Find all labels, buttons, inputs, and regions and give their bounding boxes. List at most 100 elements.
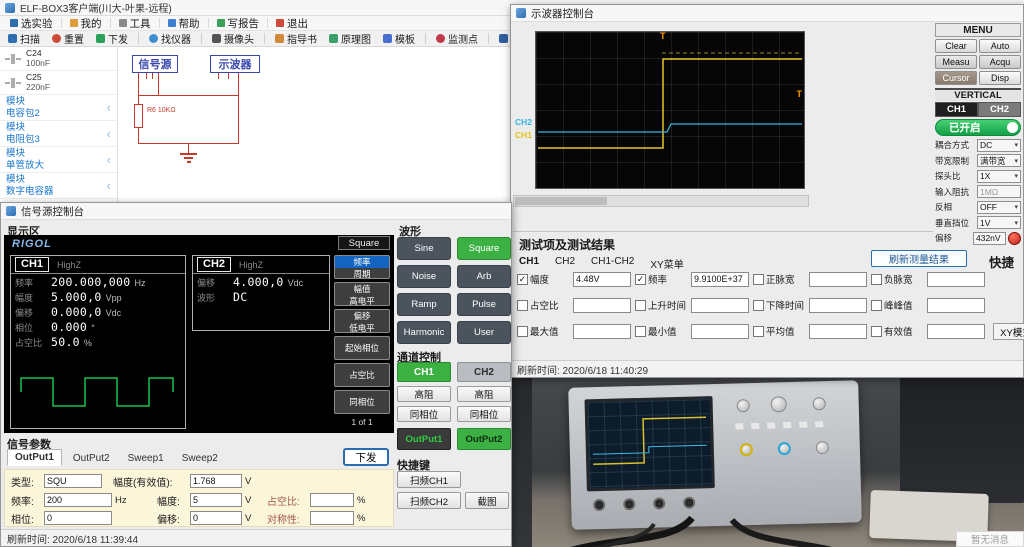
rms-value-input[interactable] [927, 324, 985, 339]
max-value-input[interactable] [573, 324, 631, 339]
peak-to-peak-value-input[interactable] [927, 298, 985, 313]
toolbar-reset[interactable]: 重置 [48, 30, 88, 47]
rise-time-value-input[interactable] [691, 298, 749, 313]
phase-input[interactable] [44, 511, 112, 525]
duty-cycle-value-input[interactable] [573, 298, 631, 313]
schematic-block-signal-source[interactable]: 信号源 [132, 55, 178, 73]
channel-enabled-toggle[interactable]: 已开启 [935, 119, 1021, 136]
waveform-noise[interactable]: Noise [397, 265, 451, 288]
peak-to-peak-checkbox[interactable] [871, 300, 882, 311]
neg-pulse-checkbox[interactable] [871, 274, 882, 285]
schematic-resistor[interactable] [134, 104, 143, 128]
sidebar-module-single-transistor-amp[interactable]: 模块单管放大 [0, 147, 117, 173]
trigger-level-marker[interactable]: T [797, 90, 803, 99]
bandwidth-select[interactable]: 满带宽 [977, 154, 1021, 167]
menu-item-tools[interactable]: 工具 [113, 15, 157, 32]
channel-ch2-button[interactable]: CH2 [457, 362, 511, 382]
max-checkbox[interactable] [517, 326, 528, 337]
red-indicator[interactable] [1008, 232, 1021, 245]
ch1-same-phase-button[interactable]: 同相位 [397, 406, 451, 422]
screenshot-button[interactable]: 截图 [465, 492, 509, 509]
invert-select[interactable]: OFF [977, 201, 1021, 214]
probe-ratio-select[interactable]: 1X [977, 170, 1021, 183]
sidebar-module-capacitor-pack-2[interactable]: 模块电容包2 [0, 95, 117, 121]
tab-sweep2[interactable]: Sweep2 [175, 451, 225, 466]
tab-output1[interactable]: OutPut1 [7, 449, 62, 466]
clear-button[interactable]: Clear [935, 39, 977, 53]
average-checkbox[interactable] [753, 326, 764, 337]
amplitude-input[interactable] [190, 493, 242, 507]
component-item-c25[interactable]: C25220nF [0, 71, 117, 95]
toolbar-scan[interactable]: 扫描 [4, 30, 44, 47]
display-button[interactable]: Disp [979, 71, 1021, 85]
softkey-frequency-period[interactable]: 频率 周期 [334, 255, 390, 279]
menu-item-help[interactable]: 帮助 [162, 15, 206, 32]
symmetry-input[interactable] [310, 511, 354, 525]
trigger-position-marker[interactable]: T [660, 32, 666, 41]
scope-tab-ch1[interactable]: CH1 [935, 102, 978, 117]
menu-item-mine[interactable]: 我的 [64, 15, 108, 32]
sweep-ch2-button[interactable]: 扫频CH2 [397, 492, 461, 509]
test-tab-xy-menu[interactable]: XY菜单 [650, 256, 683, 271]
duty-cycle-checkbox[interactable] [517, 300, 528, 311]
rise-time-checkbox[interactable] [635, 300, 646, 311]
auto-button[interactable]: Auto [979, 39, 1021, 53]
scope-tab-ch2[interactable]: CH2 [978, 102, 1021, 117]
menu-item-exit[interactable]: 退出 [270, 15, 314, 32]
toolbar-camera[interactable]: 摄像头 [208, 30, 258, 47]
pos-pulse-value-input[interactable] [809, 272, 867, 287]
toolbar-find-instrument[interactable]: 找仪器 [145, 30, 195, 47]
offset-input[interactable] [190, 511, 242, 525]
frequency-value-input[interactable] [691, 272, 749, 287]
waveform-user[interactable]: User [457, 321, 511, 344]
min-checkbox[interactable] [635, 326, 646, 337]
frequency-checkbox[interactable]: ✓ [635, 274, 646, 285]
toolbar-monitor-point[interactable]: 监测点 [432, 30, 482, 47]
scope-hscrollbar[interactable] [513, 195, 809, 207]
waveform-square[interactable]: Square [457, 237, 511, 260]
send-button[interactable]: 下发 [343, 448, 389, 466]
coupling-select[interactable]: DC [977, 139, 1021, 152]
sidebar-module-resistor-pack-3[interactable]: 模块电阻包3 [0, 121, 117, 147]
frequency-input[interactable] [44, 493, 112, 507]
menu-item-select-experiment[interactable]: 选实验 [4, 15, 59, 32]
pos-pulse-checkbox[interactable] [753, 274, 764, 285]
toolbar-guide[interactable]: 指导书 [271, 30, 321, 47]
component-item-c24[interactable]: C24100nF [0, 47, 117, 71]
duty-cycle-input[interactable] [310, 493, 354, 507]
menu-item-write-report[interactable]: 写报告 [211, 15, 266, 32]
schematic-canvas[interactable]: 信号源 示波器 R6 10KΩ [118, 47, 510, 202]
softkey-duty-cycle[interactable]: 占空比 [334, 363, 390, 387]
tab-sweep1[interactable]: Sweep1 [121, 451, 171, 466]
fall-time-checkbox[interactable] [753, 300, 764, 311]
softkey-amplitude-highlevel[interactable]: 幅值 高电平 [334, 282, 390, 306]
softkey-offset-lowlevel[interactable]: 偏移 低电平 [334, 309, 390, 333]
average-value-input[interactable] [809, 324, 867, 339]
min-value-input[interactable] [691, 324, 749, 339]
test-tab-ch2[interactable]: CH2 [555, 256, 575, 271]
toolbar-send[interactable]: 下发 [92, 30, 132, 47]
rms-checkbox[interactable] [871, 326, 882, 337]
amplitude-value-input[interactable] [573, 272, 631, 287]
xy-mode-button[interactable]: XY模式 [993, 323, 1024, 340]
type-input[interactable] [44, 474, 102, 488]
toolbar-schematic[interactable]: 原理图 [325, 30, 375, 47]
sweep-ch1-button[interactable]: 扫频CH1 [397, 471, 461, 488]
ch2-same-phase-button[interactable]: 同相位 [457, 406, 511, 422]
offset-field[interactable]: 432nV [973, 232, 1006, 245]
amplitude-checkbox[interactable]: ✓ [517, 274, 528, 285]
output2-button[interactable]: OutPut2 [457, 428, 511, 450]
ch1-impedance-button[interactable]: 高阻 [397, 386, 451, 402]
vertical-scale-select[interactable]: 1V [977, 216, 1021, 229]
acquire-button[interactable]: Acqu [979, 55, 1021, 69]
ch2-impedance-button[interactable]: 高阻 [457, 386, 511, 402]
test-tab-ch1-ch2[interactable]: CH1-CH2 [591, 256, 634, 271]
waveform-ramp[interactable]: Ramp [397, 293, 451, 316]
cursor-button[interactable]: Cursor [935, 71, 977, 85]
channel-ch1-button[interactable]: CH1 [397, 362, 451, 382]
signal-titlebar[interactable]: 信号源控制台 [1, 203, 511, 220]
waveform-pulse[interactable]: Pulse [457, 293, 511, 316]
fall-time-value-input[interactable] [809, 298, 867, 313]
waveform-harmonic[interactable]: Harmonic [397, 321, 451, 344]
tab-output2[interactable]: OutPut2 [66, 451, 117, 466]
